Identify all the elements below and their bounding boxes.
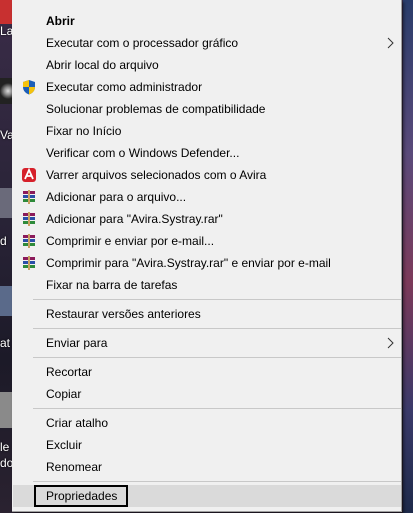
menu-item-label: Enviar para — [46, 336, 108, 350]
menu-separator — [33, 328, 401, 329]
desktop-icon-tile[interactable] — [0, 188, 12, 218]
menu-item-pin-to-start[interactable]: Fixar no Início — [13, 120, 401, 142]
menu-item-label: Restaurar versões anteriores — [46, 307, 201, 321]
menu-item-label: Executar como administrador — [46, 80, 203, 94]
menu-item-scan-defender[interactable]: Verificar com o Windows Defender... — [13, 142, 401, 164]
desktop-icon-tile[interactable] — [0, 286, 12, 316]
menu-item-label: Verificar com o Windows Defender... — [46, 146, 240, 160]
avira-umbrella-icon — [22, 167, 36, 182]
menu-separator — [33, 481, 401, 482]
menu-item-label: Fixar no Início — [46, 124, 122, 138]
menu-item-label: Solucionar problemas de compatibilidade — [46, 102, 266, 116]
menu-item-label: Excluir — [46, 438, 83, 452]
menu-item-add-to-rar[interactable]: Adicionar para "Avira.Systray.rar" — [13, 208, 401, 230]
menu-item-label: Copiar — [46, 387, 82, 401]
uac-shield-icon — [23, 80, 35, 95]
menu-item-delete[interactable]: Excluir — [13, 434, 401, 456]
menu-item-scan-avira[interactable]: Varrer arquivos selecionados com o Avira — [13, 164, 401, 186]
menu-item-label: Recortar — [46, 365, 93, 379]
menu-item-compress-rar-email[interactable]: Comprimir para "Avira.Systray.rar" e env… — [13, 252, 401, 274]
menu-item-abrir[interactable]: Abrir — [13, 10, 401, 32]
desktop-icon-tile[interactable] — [0, 78, 12, 104]
winrar-books-icon — [23, 212, 35, 226]
desktop-icon-tile[interactable] — [0, 392, 12, 428]
context-menu: Abrir Executar com o processador gráfico… — [12, 0, 402, 512]
menu-item-copy[interactable]: Copiar — [13, 383, 401, 405]
menu-item-label: Executar com o processador gráfico — [46, 36, 239, 50]
winrar-books-icon — [23, 256, 35, 270]
chevron-right-icon — [387, 337, 394, 349]
menu-item-label: Criar atalho — [46, 416, 109, 430]
menu-item-pin-to-taskbar[interactable]: Fixar na barra de tarefas — [13, 274, 401, 296]
menu-separator — [33, 357, 401, 358]
menu-item-rename[interactable]: Renomear — [13, 456, 401, 478]
menu-item-label: Adicionar para o arquivo... — [46, 190, 187, 204]
menu-item-restore-previous-versions[interactable]: Restaurar versões anteriores — [13, 303, 401, 325]
menu-item-run-as-admin[interactable]: Executar como administrador — [13, 76, 401, 98]
chevron-right-icon — [387, 37, 394, 49]
menu-item-label: Abrir — [46, 14, 75, 28]
menu-item-label: Propriedades — [46, 489, 118, 503]
winrar-books-icon — [23, 190, 35, 204]
menu-item-label: Comprimir para "Avira.Systray.rar" e env… — [46, 256, 331, 270]
menu-item-label: Comprimir e enviar por e-mail... — [46, 234, 215, 248]
menu-separator — [33, 299, 401, 300]
menu-item-open-file-location[interactable]: Abrir local do arquivo — [13, 54, 401, 76]
menu-item-properties[interactable]: Propriedades — [13, 485, 401, 507]
menu-item-run-gpu[interactable]: Executar com o processador gráfico — [13, 32, 401, 54]
menu-item-cut[interactable]: Recortar — [13, 361, 401, 383]
menu-item-add-to-archive[interactable]: Adicionar para o arquivo... — [13, 186, 401, 208]
menu-item-troubleshoot-compat[interactable]: Solucionar problemas de compatibilidade — [13, 98, 401, 120]
winrar-books-icon — [23, 234, 35, 248]
menu-separator — [33, 408, 401, 409]
desktop-icon-tile[interactable] — [0, 0, 12, 24]
menu-item-label: Fixar na barra de tarefas — [46, 278, 178, 292]
menu-item-label: Renomear — [46, 460, 103, 474]
menu-item-label: Adicionar para "Avira.Systray.rar" — [46, 212, 223, 226]
menu-item-label: Varrer arquivos selecionados com o Avira — [46, 168, 267, 182]
menu-item-compress-email[interactable]: Comprimir e enviar por e-mail... — [13, 230, 401, 252]
menu-item-create-shortcut[interactable]: Criar atalho — [13, 412, 401, 434]
menu-item-label: Abrir local do arquivo — [46, 58, 159, 72]
desktop-wallpaper-strip — [403, 0, 413, 513]
menu-item-send-to[interactable]: Enviar para — [13, 332, 401, 354]
